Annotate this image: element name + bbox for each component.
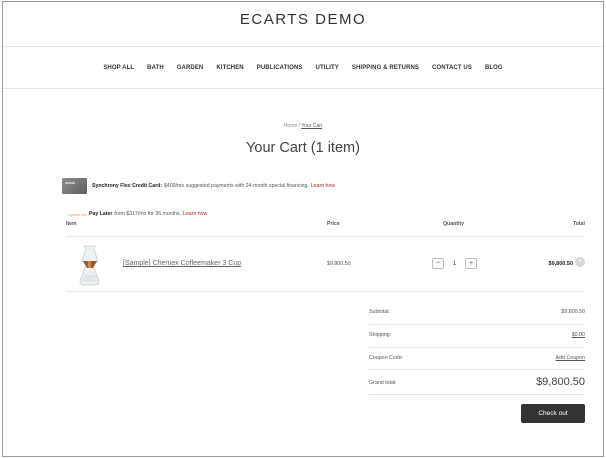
breadcrumb-current[interactable]: Your Cart [301, 123, 322, 129]
header-total: Total [572, 221, 585, 227]
synchrony-logo-text: synchrony [68, 211, 88, 217]
quantity-value[interactable]: 1 [444, 261, 465, 267]
main-nav: SHOP ALL BATH GARDEN KITCHEN PUBLICATION… [3, 65, 603, 71]
nav-contact-us[interactable]: CONTACT US [432, 65, 472, 71]
summary-divider [369, 324, 585, 325]
summary-divider [369, 394, 585, 395]
page-title: Your Cart (1 item) [246, 140, 360, 156]
coupon-label: Coupon Code: [369, 355, 404, 361]
add-coupon-link[interactable]: Add Coupon [556, 355, 585, 361]
nav-shipping-returns[interactable]: SHIPPING & RETURNS [352, 65, 419, 71]
nav-bath[interactable]: BATH [147, 65, 164, 71]
nav-kitchen[interactable]: KITCHEN [216, 65, 243, 71]
quantity-increase-button[interactable]: + [465, 258, 477, 269]
nav-garden[interactable]: GARDEN [177, 65, 204, 71]
paylater-text: from $317/mo for 36 months. [114, 211, 182, 217]
subtotal-value: $9,800.50 [561, 309, 585, 315]
credit-card-icon [62, 178, 87, 194]
nav-shop-all[interactable]: SHOP ALL [103, 65, 134, 71]
synchrony-bold: Synchrony Flex Credit Card: [92, 183, 163, 189]
nav-utility[interactable]: UTILITY [316, 65, 339, 71]
line-total: $9,800.50 [548, 261, 573, 267]
paylater-bold: Pay Later [89, 211, 113, 217]
table-divider-top [66, 236, 585, 237]
grand-total-label: Grand total: [369, 380, 397, 386]
paylater-learn-link[interactable]: Learn how [183, 211, 207, 217]
shipping-value[interactable]: $0.00 [572, 332, 585, 338]
synchrony-learn-link[interactable]: Learn how [311, 183, 335, 189]
shipping-label: Shipping: [369, 332, 392, 338]
nav-blog[interactable]: BLOG [485, 65, 503, 71]
product-name-link[interactable]: [Sample] Chemex Coffeemaker 3 Cup [123, 260, 241, 267]
quantity-stepper: − 1 + [432, 258, 477, 269]
product-image[interactable] [75, 243, 105, 286]
synchrony-logo: ⟋synchrony [66, 211, 88, 217]
store-logo[interactable]: ECARTS DEMO [3, 11, 603, 28]
quantity-decrease-button[interactable]: − [432, 258, 444, 269]
product-price: $9,800.50 [327, 261, 351, 267]
checkout-button[interactable]: Check out [521, 404, 585, 423]
breadcrumb-separator: / [298, 123, 300, 129]
breadcrumb-home[interactable]: Home [284, 123, 297, 129]
grand-total-value: $9,800.50 [536, 376, 585, 388]
paylater-banner: ⟋synchrony Pay Later from $317/mo for 36… [66, 211, 207, 217]
remove-item-icon[interactable]: × [575, 257, 585, 267]
summary-divider [369, 347, 585, 348]
header-price: Price [327, 221, 340, 227]
synchrony-banner: Synchrony Flex Credit Card: $409/mo sugg… [62, 178, 335, 194]
table-divider-bottom [66, 291, 585, 292]
nav-publications[interactable]: PUBLICATIONS [257, 65, 303, 71]
subtotal-label: Subtotal: [369, 309, 390, 315]
synchrony-text: $409/mo suggested payments with 24-month… [164, 183, 309, 189]
header-quantity: Quantity [443, 221, 465, 227]
nav-divider [3, 88, 603, 89]
header-divider [3, 46, 603, 47]
browser-frame: ECARTS DEMO SHOP ALL BATH GARDEN KITCHEN… [2, 1, 604, 457]
breadcrumb: Home / Your Cart [3, 123, 603, 129]
header-item: Item [66, 221, 77, 227]
summary-divider [369, 369, 585, 370]
